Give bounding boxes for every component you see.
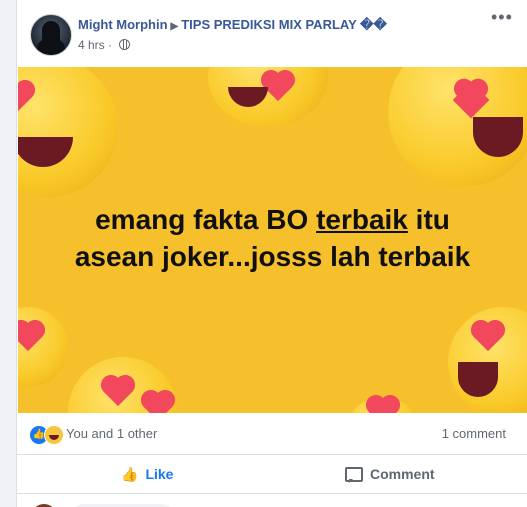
emoji-decoration (18, 307, 68, 387)
author-name[interactable]: Might Morphin (78, 17, 168, 32)
more-horizontal-icon[interactable]: ••• (491, 8, 513, 26)
emoji-decoration (388, 67, 527, 187)
post-timestamp[interactable]: 4 hrs (78, 38, 105, 52)
comments-count[interactable]: 1 comment (442, 426, 506, 441)
author-avatar[interactable] (30, 14, 72, 56)
reactions-summary[interactable]: You and 1 other (66, 426, 157, 441)
comment-icon (345, 466, 363, 483)
globe-icon (119, 39, 131, 50)
caption-text: emang fakta BO (95, 204, 317, 235)
post-card: Might Morphin ▶ TIPS PREDIKSI MIX PARLAY �… (16, 0, 527, 507)
comment-button[interactable]: Comment (345, 461, 435, 487)
post-image[interactable]: emang fakta BO terbaik itu asean joker..… (18, 67, 527, 413)
caret-right-icon: ▶ (170, 21, 179, 32)
thumbs-up-icon: 👍 (121, 465, 139, 482)
caption-underlined-word: terbaik (316, 204, 408, 235)
emoji-decoration (68, 357, 178, 413)
comment-label: Comment (370, 466, 435, 482)
like-label: Like (145, 466, 174, 482)
comment-composer (17, 493, 527, 507)
image-caption: emang fakta BO terbaik itu asean joker..… (18, 201, 527, 275)
emoji-decoration (208, 67, 328, 127)
reaction-stats: 👍 You and 1 other 1 comment (17, 414, 527, 455)
caption-text: itu (407, 204, 450, 235)
haha-reaction-icon[interactable] (44, 425, 64, 445)
post-title-line: Might Morphin ▶ TIPS PREDIKSI MIX PARLAY �… (78, 17, 387, 33)
emoji-decoration (18, 67, 118, 197)
post-header: Might Morphin ▶ TIPS PREDIKSI MIX PARLAY �… (17, 0, 527, 66)
emoji-decoration (448, 307, 527, 413)
like-button[interactable]: 👍 Like (121, 461, 173, 487)
post-meta: 4 hrs · (78, 38, 131, 52)
emoji-decoration (348, 397, 418, 413)
caption-line-2: asean joker...josss lah terbaik (74, 241, 471, 272)
post-actions: 👍 Like Comment (17, 455, 527, 493)
group-name[interactable]: TIPS PREDIKSI MIX PARLAY �� (181, 17, 387, 32)
